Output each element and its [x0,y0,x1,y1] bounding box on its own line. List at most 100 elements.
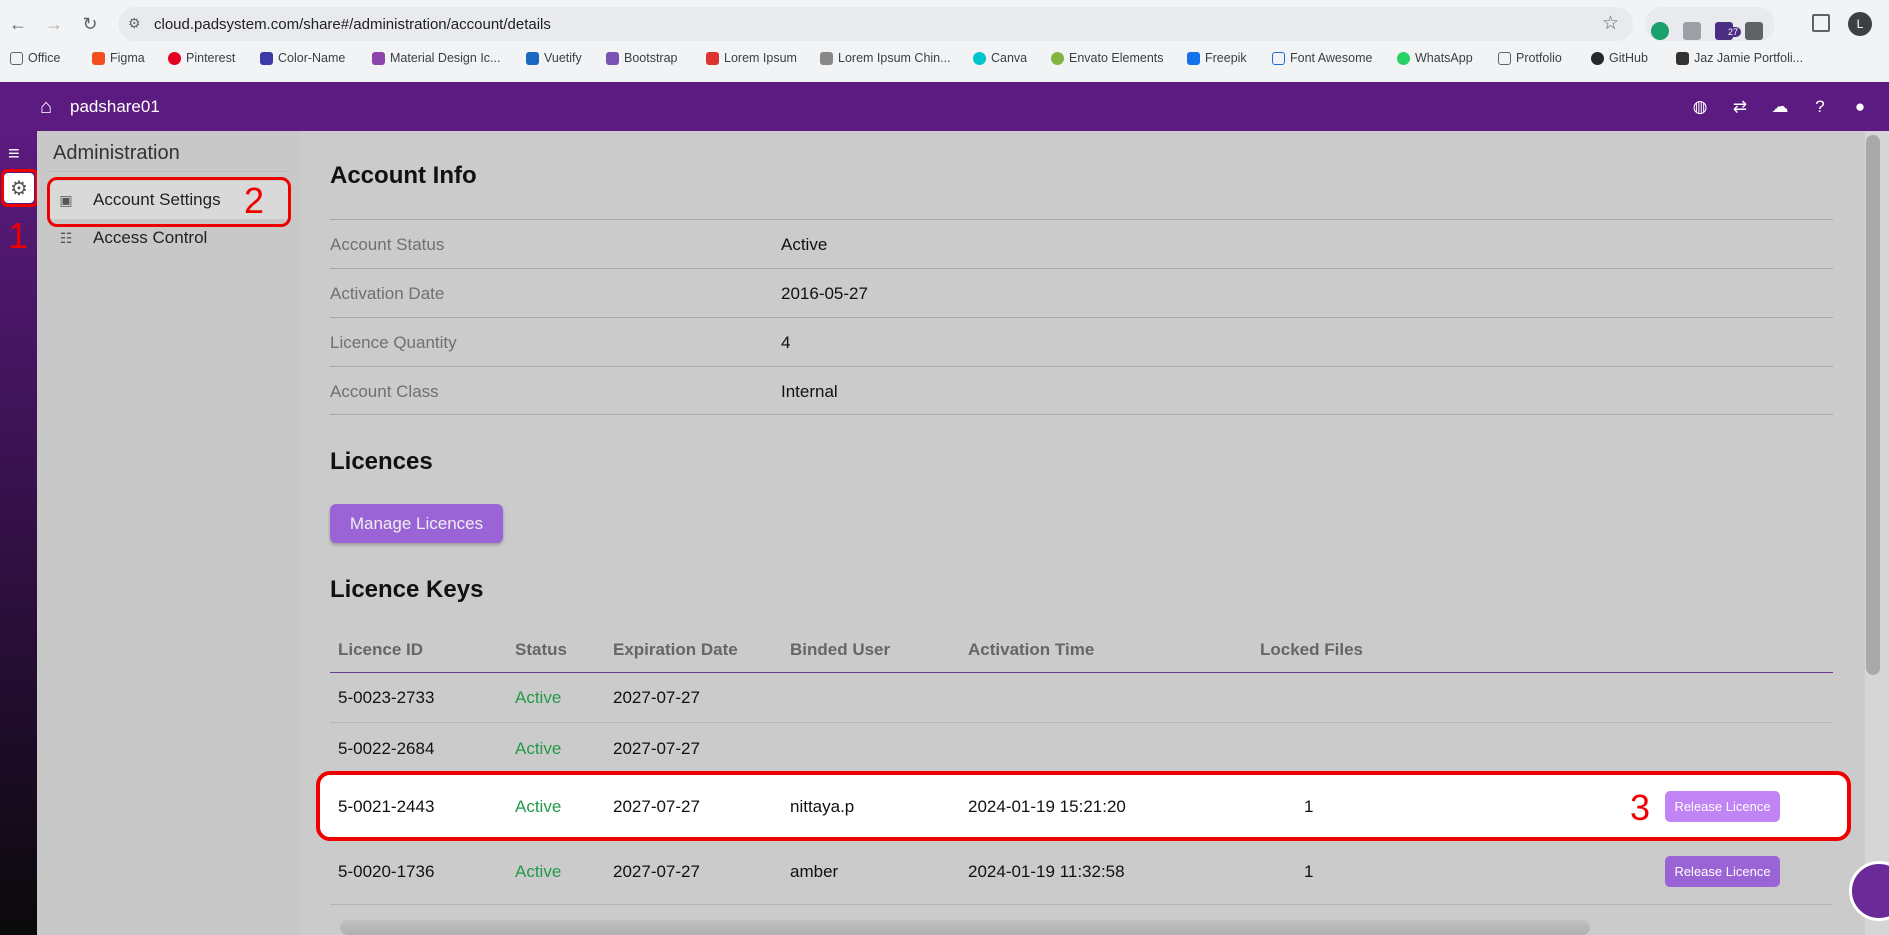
sliders-icon: ☷ [59,229,73,246]
info-row-account-status: Account Status Active [330,219,1833,268]
back-icon[interactable]: ← [4,10,32,38]
column-header-expiration-date[interactable]: Expiration Date [613,640,738,660]
cell-expiration: 2027-07-27 [613,739,700,758]
forward-icon[interactable]: → [40,10,68,38]
menu-icon[interactable]: ≡ [8,143,20,166]
browser-chrome: ← → ↻ ⚙ cloud.padsystem.com/share#/admin… [0,0,1889,82]
annotation-marker-2: 2 [244,180,265,221]
canva-icon [973,51,986,65]
site-info-icon[interactable]: ⚙ [128,15,141,32]
info-row-account-class: Account Class Internal [330,366,1833,415]
bookmark-github[interactable]: GitHub [1591,51,1648,65]
url-text: cloud.padsystem.com/share#/administratio… [154,16,551,33]
release-licence-button[interactable]: Release Licence [1665,856,1780,887]
user-icon[interactable]: ● [1850,97,1870,117]
github-icon [1591,51,1604,65]
bookmark-envato[interactable]: Envato Elements [1051,51,1164,65]
cell-locked-files: 1 [1304,862,1314,881]
extensions-pill: 27 [1645,7,1775,41]
bookmark-lorem-ipsum-chin[interactable]: Lorem Ipsum Chin... [820,51,951,65]
bookmark-figma[interactable]: Figma [92,51,145,65]
bookmark-star-icon[interactable]: ☆ [1602,12,1619,35]
address-bar[interactable]: ⚙ cloud.padsystem.com/share#/administrat… [118,7,1633,41]
bookmark-bootstrap[interactable]: Bootstrap [606,51,678,65]
folder-icon [10,51,23,65]
cell-binded-user: nittaya.p [790,797,855,816]
annotation-marker-1: 1 [8,215,29,256]
table-row: 5-0023-2733 Active 2027-07-27 [330,673,1833,723]
table-row: 5-0022-2684 Active 2027-07-27 [330,723,1833,773]
jaz-icon [1676,51,1689,65]
folder-icon [1498,51,1511,65]
cell-expiration: 2027-07-27 [613,797,700,816]
help-icon[interactable]: ? [1810,97,1830,117]
lorem-icon [706,51,719,65]
bookmark-jaz-jamie[interactable]: Jaz Jamie Portfoli... [1676,51,1803,65]
lorem-chin-icon [820,51,833,65]
cloud-upload-icon[interactable]: ☁ [1770,97,1790,117]
bookmark-material-design[interactable]: Material Design Ic... [372,51,500,65]
bootstrap-icon [606,51,619,65]
cell-expiration: 2027-07-27 [613,862,700,881]
figma-icon [92,51,105,65]
column-header-binded-user[interactable]: Binded User [790,640,890,660]
table-row-highlighted: 5-0021-2443 Active 2027-07-27 nittaya.p … [316,771,1851,841]
freepik-icon [1187,51,1200,65]
sidebar-item-label: Access Control [93,228,208,247]
info-label: Account Status [330,235,445,254]
cell-status: Active [515,797,562,816]
licences-heading: Licences [330,448,433,475]
app-title: padshare01 [70,97,160,116]
column-header-status[interactable]: Status [515,640,567,660]
release-licence-button[interactable]: Release Licence [1665,791,1780,822]
cell-licence-id: 5-0022-2684 [338,739,435,758]
globe-icon[interactable]: ◍ [1690,97,1710,117]
column-header-licence-id[interactable]: Licence ID [338,640,423,660]
puzzle-icon[interactable] [1745,22,1763,40]
sidebar-title: Administration [53,142,180,164]
color-name-icon [260,51,273,65]
app-bar: ⌂ padshare01 ◍ ⇄ ☁ ? ● [0,82,1889,131]
home-icon[interactable]: ⌂ [40,96,52,119]
bookmark-vuetify[interactable]: Vuetify [526,51,582,65]
sidebar-divider [47,171,287,172]
cell-status: Active [515,862,562,881]
column-header-locked-files[interactable]: Locked Files [1260,640,1363,660]
material-icon [372,51,385,65]
scrollbar-thumb[interactable] [1866,135,1880,675]
cell-activation-time: 2024-01-19 11:32:58 [968,862,1125,881]
transfer-icon[interactable]: ⇄ [1730,97,1750,117]
bookmark-office[interactable]: Office [10,51,60,65]
grammarly-icon[interactable] [1651,22,1669,40]
camera-icon[interactable] [1683,22,1701,40]
profile-avatar[interactable]: L [1848,12,1872,36]
bookmarks-bar: Office Figma Pinterest Color-Name Materi… [0,48,1889,74]
settings-gear-icon[interactable]: ⚙ [4,173,34,203]
manage-licences-button[interactable]: Manage Licences [330,504,503,543]
bookmark-font-awesome[interactable]: Font Awesome [1272,51,1372,65]
bookmark-freepik[interactable]: Freepik [1187,51,1247,65]
column-header-activation-time[interactable]: Activation Time [968,640,1094,660]
reload-icon[interactable]: ↻ [76,10,104,38]
font-awesome-icon [1272,51,1285,65]
info-label: Licence Quantity [330,333,457,352]
info-value: 4 [781,333,791,352]
info-row-licence-quantity: Licence Quantity 4 [330,317,1833,366]
side-panel-icon[interactable] [1812,14,1830,32]
bookmark-canva[interactable]: Canva [973,51,1027,65]
info-label: Activation Date [330,284,445,303]
cell-licence-id: 5-0023-2733 [338,688,435,707]
bookmark-whatsapp[interactable]: WhatsApp [1397,51,1473,65]
cell-locked-files: 1 [1304,797,1314,816]
bookmark-lorem-ipsum[interactable]: Lorem Ipsum [706,51,797,65]
envato-icon [1051,51,1064,65]
bookmark-color-name[interactable]: Color-Name [260,51,345,65]
bookmark-pinterest[interactable]: Pinterest [168,51,235,65]
cell-expiration: 2027-07-27 [613,688,700,707]
whatsapp-icon [1397,51,1410,65]
nav-rail: ≡ ⚙ 1 [0,131,38,935]
bottom-shadow [340,920,1590,935]
admin-sidebar: Administration ▣ Account Settings ☷ Acce… [37,131,299,935]
bookmark-protfolio[interactable]: Protfolio [1498,51,1562,65]
info-label: Account Class [330,382,439,401]
